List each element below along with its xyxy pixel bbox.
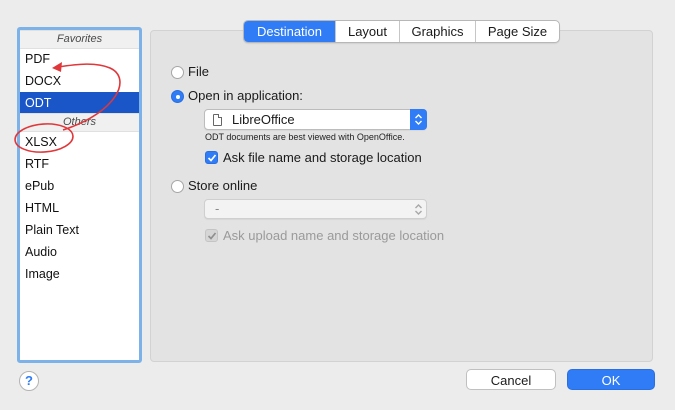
list-item-plain-text[interactable]: Plain Text (20, 219, 139, 241)
cancel-button[interactable]: Cancel (466, 369, 556, 390)
ask-file-name-checkbox[interactable] (205, 151, 218, 164)
application-popup-value: LibreOffice (232, 112, 295, 127)
online-service-value: - (215, 201, 220, 216)
store-online-label: Store online (188, 178, 258, 193)
ask-upload-name-checkbox[interactable] (205, 229, 218, 242)
tab-page-size[interactable]: Page Size (476, 21, 559, 42)
help-button[interactable]: ? (19, 371, 39, 391)
list-item-audio[interactable]: Audio (20, 241, 139, 263)
tab-layout[interactable]: Layout (336, 21, 400, 42)
ask-upload-name-label: Ask upload name and storage location (223, 228, 445, 243)
store-online-radio[interactable] (171, 180, 184, 193)
ask-file-name-label: Ask file name and storage location (223, 150, 422, 165)
online-service-popup[interactable]: - (204, 199, 427, 219)
destination-panel (150, 30, 653, 362)
others-header: Others (20, 113, 139, 132)
ok-button[interactable]: OK (567, 369, 655, 390)
list-item-odt[interactable]: ODT (20, 92, 139, 114)
list-item-image[interactable]: Image (20, 263, 139, 285)
list-item-rtf[interactable]: RTF (20, 153, 139, 175)
favorites-header: Favorites (20, 30, 139, 49)
tab-graphics[interactable]: Graphics (400, 21, 476, 42)
application-popup[interactable]: LibreOffice (204, 109, 427, 130)
document-icon (213, 114, 222, 126)
file-radio[interactable] (171, 66, 184, 79)
tab-destination[interactable]: Destination (244, 21, 336, 42)
application-note: ODT documents are best viewed with OpenO… (205, 132, 405, 142)
format-list[interactable]: Favorites PDF DOCX ODT Others XLSX RTF e… (17, 27, 142, 363)
chevron-updown-icon (410, 109, 427, 130)
list-item-docx[interactable]: DOCX (20, 70, 139, 92)
list-item-pdf[interactable]: PDF (20, 48, 139, 70)
list-item-xlsx[interactable]: XLSX (20, 131, 139, 153)
open-in-application-label: Open in application: (188, 88, 303, 103)
open-in-application-radio[interactable] (171, 90, 184, 103)
list-item-html[interactable]: HTML (20, 197, 139, 219)
tab-bar: Destination Layout Graphics Page Size (243, 20, 560, 43)
chevron-updown-icon (410, 199, 427, 219)
list-item-epub[interactable]: ePub (20, 175, 139, 197)
file-label: File (188, 64, 209, 79)
